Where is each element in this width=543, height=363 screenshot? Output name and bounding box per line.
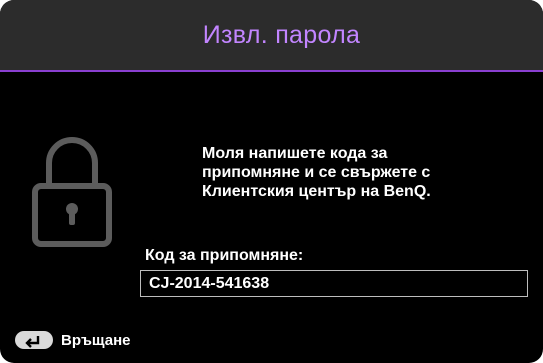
message-line: Клиентския център на BenQ. xyxy=(202,183,431,200)
message-line: Моля напишете кода за xyxy=(202,145,388,162)
return-hint[interactable]: Връщане xyxy=(15,331,131,349)
instruction-message: Моля напишете кода за припомняне и се св… xyxy=(202,144,502,201)
return-label: Връщане xyxy=(61,331,131,349)
recall-code-label: Код за припомняне: xyxy=(145,247,304,264)
title-divider xyxy=(0,70,543,72)
dialog-title: Извл. парола xyxy=(202,20,361,49)
password-recall-dialog: Извл. парола Моля напишете кода за припо… xyxy=(0,0,543,363)
return-arrow-icon[interactable] xyxy=(15,331,53,349)
padlock-icon xyxy=(24,128,120,248)
recall-code-field: CJ-2014-541638 xyxy=(140,270,528,297)
title-bar: Извл. парола xyxy=(0,0,543,70)
message-line: припомняне и се свържете с xyxy=(202,164,431,181)
recall-code-value: CJ-2014-541638 xyxy=(149,274,270,292)
